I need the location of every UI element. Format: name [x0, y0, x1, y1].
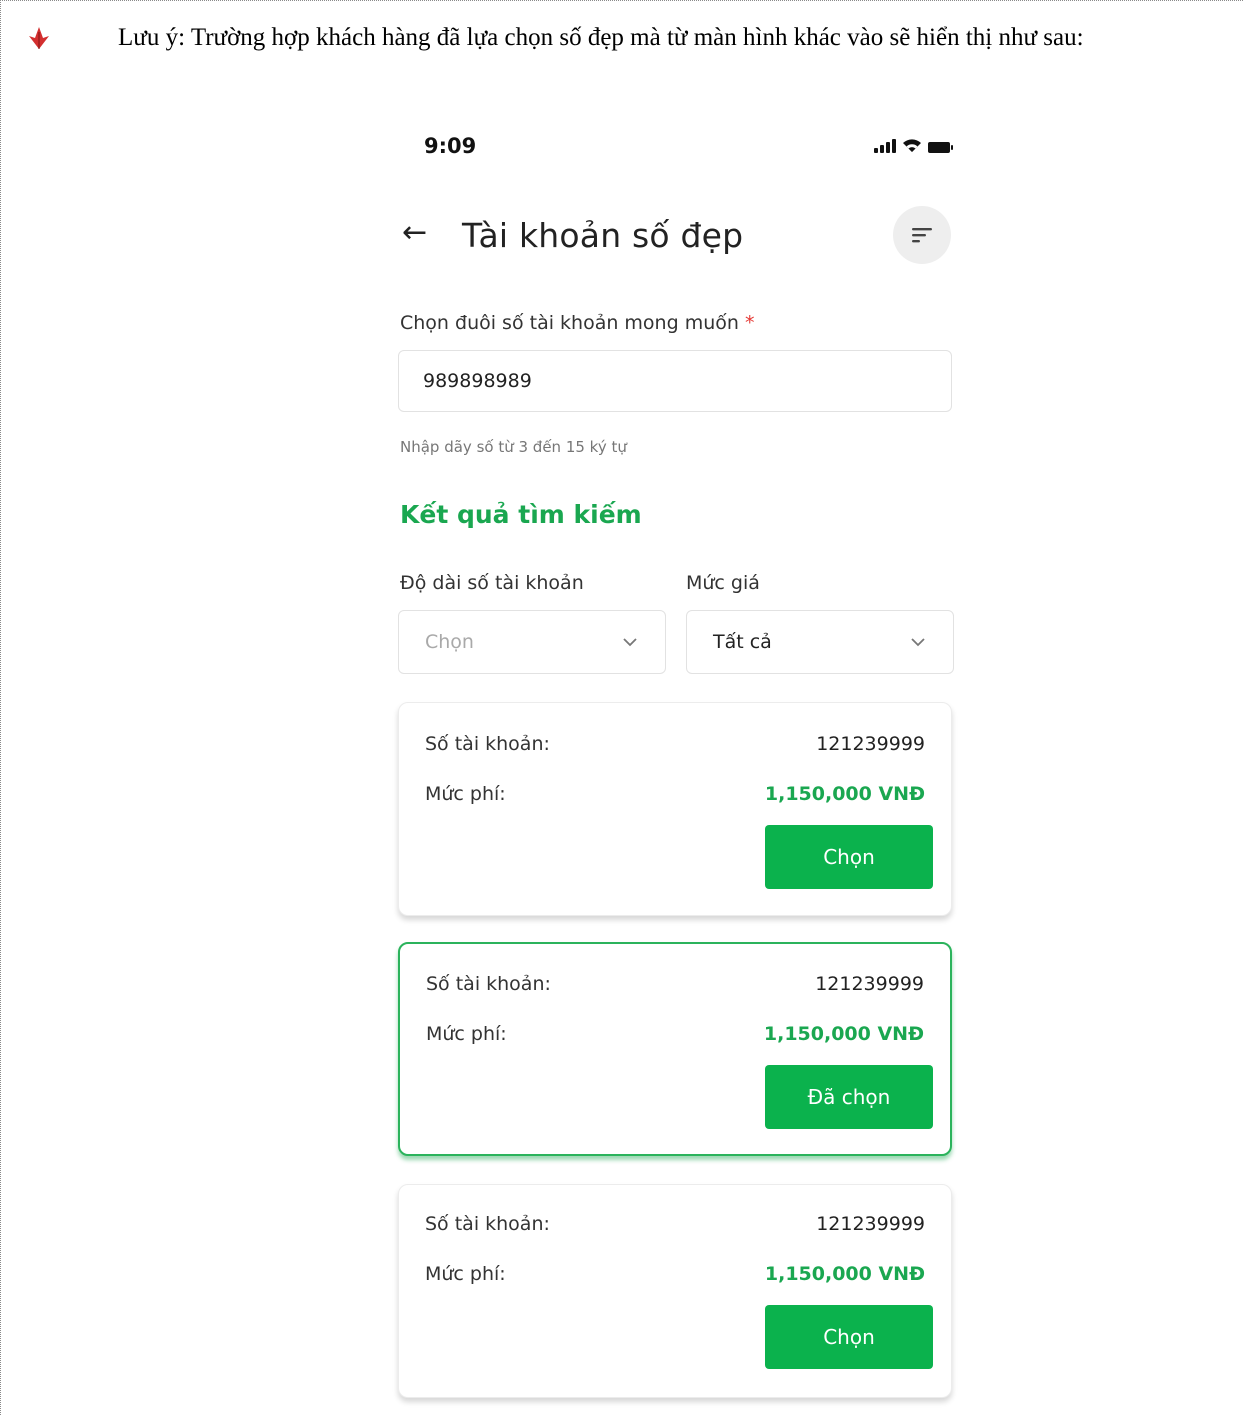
price-filter-dropdown[interactable]: Tất cả — [686, 610, 954, 674]
input-hint: Nhập dãy số từ 3 đến 15 ký tự — [400, 438, 627, 456]
account-suffix-label: Chọn đuôi số tài khoản mong muốn * — [400, 312, 755, 334]
fee-label: Mức phí: — [425, 1263, 506, 1285]
account-row: Số tài khoản: 121239999 — [425, 733, 925, 755]
sort-filter-button[interactable] — [893, 206, 951, 264]
length-filter-value: Chọn — [425, 631, 474, 653]
fee-value: 1,150,000 VNĐ — [764, 783, 925, 805]
fee-value: 1,150,000 VNĐ — [763, 1023, 924, 1045]
status-time: 9:09 — [424, 134, 477, 158]
length-filter-dropdown[interactable]: Chọn — [398, 610, 666, 674]
wifi-icon — [903, 139, 921, 152]
price-filter-label: Mức giá — [686, 572, 760, 594]
price-filter-value: Tất cả — [713, 631, 772, 653]
result-card: Số tài khoản: 121239999 Mức phí: 1,150,0… — [398, 702, 952, 916]
fee-label: Mức phí: — [425, 783, 506, 805]
status-icons — [874, 138, 953, 153]
sort-icon — [912, 228, 932, 243]
results-title: Kết quả tìm kiếm — [400, 500, 642, 529]
account-number: 121239999 — [816, 733, 925, 755]
choose-button[interactable]: Chọn — [765, 825, 933, 889]
note-text: Lưu ý: Trường hợp khách hàng đã lựa chọn… — [118, 24, 1084, 51]
account-suffix-input[interactable]: 989898989 — [398, 350, 952, 412]
phone-screen: 9:09 ← Tài khoản số đẹp Chọn đuôi số tài… — [396, 120, 956, 1416]
back-arrow-icon[interactable]: ← — [402, 218, 427, 248]
choose-button[interactable]: Chọn — [765, 1305, 933, 1369]
account-suffix-value: 989898989 — [423, 370, 532, 392]
account-number: 121239999 — [815, 973, 924, 995]
chevron-down-icon — [623, 638, 637, 647]
account-label: Số tài khoản: — [426, 973, 551, 995]
red-check-arrow-icon — [29, 27, 49, 49]
battery-icon — [928, 142, 953, 153]
result-card-selected: Số tài khoản: 121239999 Mức phí: 1,150,0… — [398, 942, 952, 1156]
signal-icon — [874, 139, 896, 153]
account-label: Số tài khoản: — [425, 1213, 550, 1235]
fee-label: Mức phí: — [426, 1023, 507, 1045]
account-label: Số tài khoản: — [425, 733, 550, 755]
account-row: Số tài khoản: 121239999 — [425, 1213, 925, 1235]
fee-row: Mức phí: 1,150,000 VNĐ — [426, 1023, 924, 1045]
fee-value: 1,150,000 VNĐ — [764, 1263, 925, 1285]
required-mark: * — [744, 312, 755, 334]
note-paragraph: Lưu ý: Trường hợp khách hàng đã lựa chọn… — [29, 20, 1240, 56]
length-filter-label: Độ dài số tài khoản — [400, 572, 584, 594]
account-number: 121239999 — [816, 1213, 925, 1235]
fee-row: Mức phí: 1,150,000 VNĐ — [425, 1263, 925, 1285]
fee-row: Mức phí: 1,150,000 VNĐ — [425, 783, 925, 805]
chosen-button[interactable]: Đã chọn — [765, 1065, 933, 1129]
page-title: Tài khoản số đẹp — [462, 216, 744, 255]
account-row: Số tài khoản: 121239999 — [426, 973, 924, 995]
chevron-down-icon — [911, 638, 925, 647]
result-card: Số tài khoản: 121239999 Mức phí: 1,150,0… — [398, 1184, 952, 1398]
